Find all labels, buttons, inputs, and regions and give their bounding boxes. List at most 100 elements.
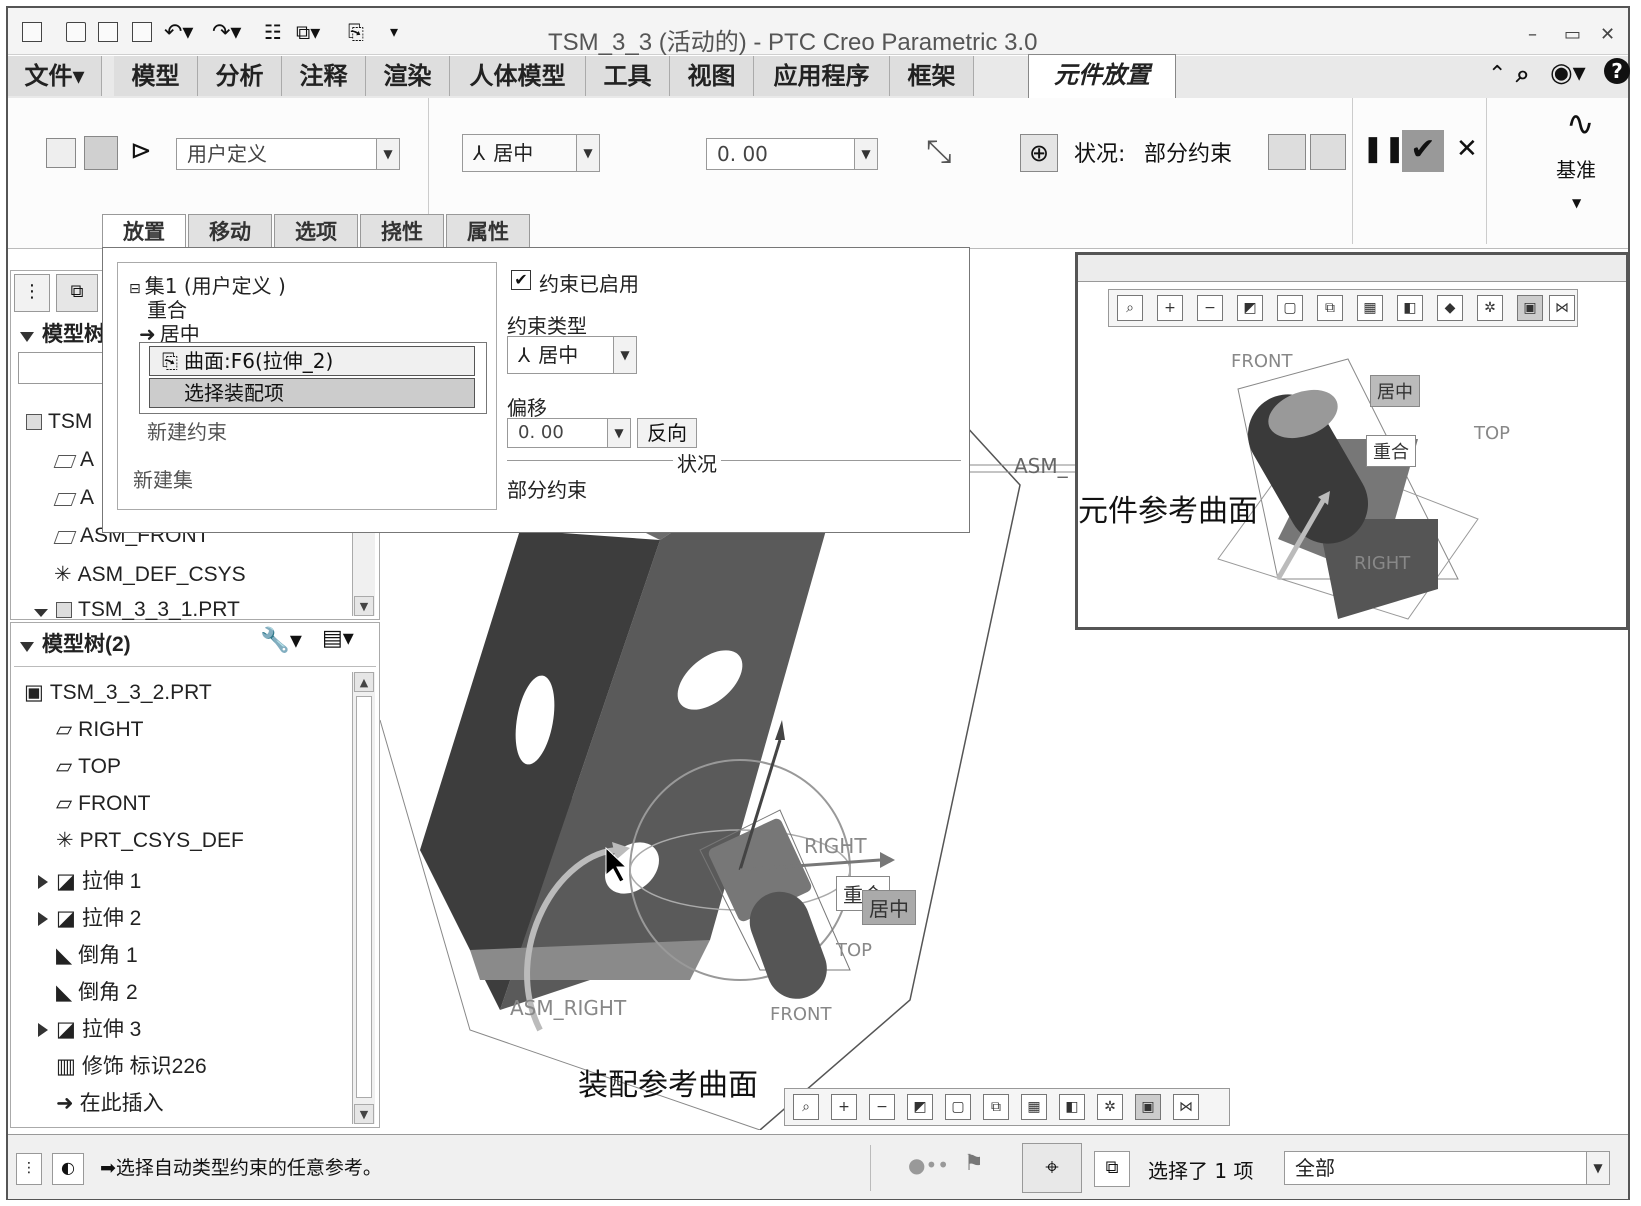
csys-display-icon[interactable]: ✲ [1477, 295, 1503, 321]
tree-item[interactable]: TSM_3_3_1.PRT [34, 598, 240, 622]
pause-icon[interactable]: ❚❚ [1362, 134, 1406, 164]
ok-check-icon[interactable]: ✔ [1402, 130, 1444, 172]
tree-item[interactable]: ◪ 拉伸 2 [38, 902, 141, 932]
tree-item[interactable]: ✳ PRT_CSYS_DEF [38, 828, 244, 853]
tree-item[interactable]: A [53, 486, 94, 510]
tab-model[interactable]: 模型 [114, 56, 198, 96]
scroll-thumb[interactable] [356, 696, 372, 1098]
display-style-icon[interactable]: ▢ [1277, 295, 1303, 321]
tab-human-model[interactable]: 人体模型 [450, 56, 586, 96]
connection-icon[interactable] [84, 136, 118, 170]
tree-columns-icon[interactable]: ▤▾ [322, 626, 354, 651]
tree-item[interactable]: ◣ 倒角 2 [38, 976, 138, 1006]
collapse-ribbon-icon[interactable]: ⌃ [1488, 62, 1506, 87]
zoom-in-icon[interactable]: + [1157, 295, 1183, 321]
saved-orientations-icon[interactable]: ⧉ [1317, 295, 1343, 321]
windows-icon[interactable]: ⧉▾ [296, 20, 320, 44]
tab-analysis[interactable]: 分析 [198, 56, 282, 96]
subtab-options[interactable]: 选项 [274, 214, 358, 248]
tree-settings-icon[interactable]: 🔧▾ [260, 626, 302, 654]
customize-qa-icon[interactable]: ▾ [390, 22, 398, 41]
community-icon[interactable]: ◉▾ [1550, 58, 1586, 88]
datum-display-icon[interactable]: ◆ [1437, 295, 1463, 321]
move-component-icon[interactable]: ⊕ [1020, 134, 1058, 172]
constraint-type-combo[interactable]: ⅄ 居中 ▼ [462, 134, 600, 172]
refit-icon[interactable]: ⌕ [1117, 295, 1143, 321]
perspective-icon[interactable]: ◧ [1397, 295, 1423, 321]
tree-item[interactable]: A [53, 448, 94, 472]
viewport-center-tag[interactable]: 居中 [862, 890, 916, 925]
model-tree-tab-icon[interactable]: ⋮ [14, 274, 50, 312]
annotation-display-icon[interactable]: ▣ [1517, 295, 1543, 321]
upper-tree-header[interactable]: 模型树 [20, 318, 105, 348]
scroll-up-icon[interactable]: ▲ [354, 672, 374, 692]
scroll-down-icon[interactable]: ▼ [354, 596, 374, 616]
preview-coincident-tag[interactable]: 重合 [1366, 435, 1416, 467]
tab-annotate[interactable]: 注释 [282, 56, 366, 96]
app-menu-icon[interactable] [22, 22, 42, 42]
preview-center-tag[interactable]: 居中 [1370, 375, 1420, 407]
selection-list-icon[interactable]: ⧉ [1094, 1151, 1130, 1187]
subtab-placement[interactable]: 放置 [102, 214, 186, 250]
undo-icon[interactable]: ↶▾ [164, 20, 193, 45]
tab-applications[interactable]: 应用程序 [754, 56, 890, 96]
model-tree-scrollbar[interactable]: ▲ ▼ [352, 672, 375, 1124]
user-defined-icon[interactable] [46, 138, 76, 168]
assembly-window-icon[interactable] [1310, 134, 1346, 170]
tab-framework[interactable]: 框架 [890, 56, 974, 96]
tree-item[interactable]: ◪ 拉伸 1 [38, 865, 141, 895]
tree-item[interactable]: ➜ 在此插入 [38, 1087, 164, 1117]
preview-title-bar[interactable] [1078, 255, 1626, 282]
navigator-toggle-icon[interactable]: ⋮ [16, 1153, 42, 1185]
tree-item[interactable]: ▣ TSM_3_3_2.PRT [24, 680, 212, 705]
view-manager-icon[interactable]: ▦ [1357, 295, 1383, 321]
display-style-icon[interactable]: ▢ [945, 1094, 971, 1120]
browser-toggle-icon[interactable]: ◐ [52, 1153, 84, 1185]
expand-arrow-icon[interactable] [38, 912, 48, 926]
repaint-icon[interactable]: ◩ [1237, 295, 1263, 321]
datum-icon[interactable]: ∿ [1566, 104, 1595, 144]
tree-item[interactable]: ▱ FRONT [38, 791, 150, 816]
redo-icon[interactable]: ↷▾ [212, 20, 241, 45]
expand-arrow-icon[interactable] [38, 1023, 48, 1037]
zoom-in-icon[interactable]: + [831, 1094, 857, 1120]
separate-window-icon[interactable] [1268, 134, 1306, 170]
annotation-display-icon[interactable]: ▣ [1135, 1094, 1161, 1120]
tree-item[interactable]: ▱ RIGHT [38, 717, 143, 742]
constraint-set-combo[interactable]: 用户定义 ▼ [176, 138, 400, 170]
tab-render[interactable]: 渲染 [366, 56, 450, 96]
subtab-properties[interactable]: 属性 [446, 214, 530, 248]
datum-dropdown-icon[interactable]: ▼ [1572, 196, 1581, 210]
maximize-button[interactable]: ▭ [1564, 24, 1581, 45]
tree-item[interactable]: ▱ TOP [38, 754, 121, 779]
datum-label[interactable]: 基准 [1556, 154, 1596, 183]
help-icon[interactable]: ? [1604, 58, 1630, 84]
component-ref-surface[interactable]: ⎘ 曲面:F6(拉伸_2) [149, 346, 475, 376]
tree-item[interactable]: ◣ 倒角 1 [38, 939, 138, 969]
datum-display-icon[interactable]: ✲ [1097, 1094, 1123, 1120]
subtab-flexibility[interactable]: 挠性 [360, 214, 444, 248]
new-constraint-link[interactable]: 新建约束 [147, 416, 227, 445]
expand-arrow-icon[interactable] [38, 875, 48, 889]
save-icon[interactable] [132, 22, 152, 42]
panel-constraint-type-combo[interactable]: ⅄ 居中 ▼ [507, 336, 637, 374]
zoom-out-icon[interactable]: − [1197, 295, 1223, 321]
tab-view[interactable]: 视图 [670, 56, 754, 96]
flip-icon[interactable]: ⤡ [926, 132, 952, 171]
spin-center-icon[interactable]: ⋈ [1173, 1094, 1199, 1120]
model-tree-header[interactable]: 模型树(2) [20, 628, 131, 658]
tab-component-placement[interactable]: 元件放置 [1028, 54, 1176, 98]
minimize-button[interactable]: – [1528, 24, 1537, 45]
tree-item[interactable]: ✳ ASM_DEF_CSYS [54, 562, 246, 587]
selection-filter-combo[interactable]: 全部 ▼ [1284, 1151, 1610, 1185]
repaint-icon[interactable]: ◩ [907, 1094, 933, 1120]
search-icon[interactable]: ⌕ [1516, 60, 1529, 88]
select-assembly-item[interactable]: 选择装配项 [149, 378, 475, 408]
tree-item[interactable]: ◪ 拉伸 3 [38, 1013, 141, 1043]
tab-file[interactable]: 文件▾ [8, 56, 102, 96]
new-set-link[interactable]: 新建集 [133, 464, 193, 493]
view-manager-icon[interactable]: ▦ [1021, 1094, 1047, 1120]
constraint-enabled-checkbox[interactable]: ✔ [511, 270, 531, 290]
subtab-move[interactable]: 移动 [188, 214, 272, 248]
refit-icon[interactable]: ⌕ [793, 1094, 819, 1120]
